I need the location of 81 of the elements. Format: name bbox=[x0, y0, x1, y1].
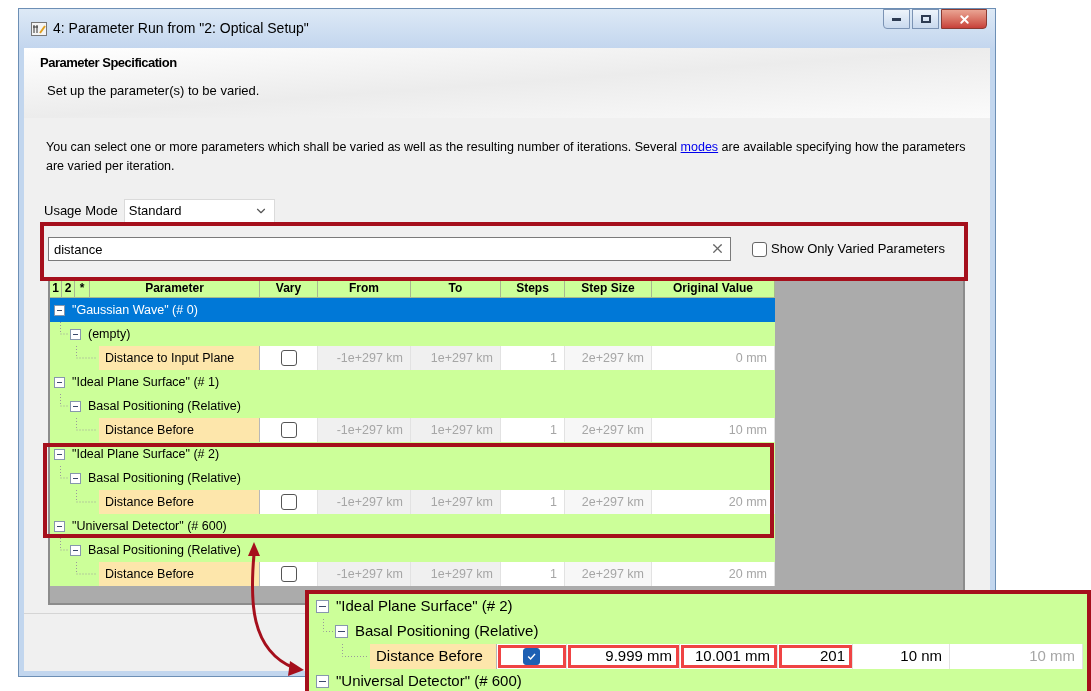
tree-line bbox=[75, 418, 97, 431]
tree-line bbox=[75, 490, 97, 503]
collapse-icon[interactable] bbox=[335, 625, 348, 638]
collapse-icon[interactable] bbox=[54, 376, 65, 388]
intro-text: You can select one or more parameters which shall be varied as well as the resulting number of iterations. Several modes are available specifying how the parameters are varied per iteration. bbox=[46, 139, 966, 175]
checkbox[interactable] bbox=[280, 566, 297, 582]
tree-group-row[interactable]: "Ideal Plane Surface" (# 1) bbox=[50, 370, 775, 394]
tree-line bbox=[59, 466, 68, 479]
search-field[interactable]: distance bbox=[48, 237, 731, 261]
tree-line bbox=[75, 346, 97, 359]
table-cell: 1 bbox=[501, 562, 565, 586]
table-cell: 2e+297 km bbox=[565, 562, 652, 586]
window-icon bbox=[31, 21, 47, 36]
table-cell: -1e+297 km bbox=[318, 562, 411, 586]
table-cell: 0 mm bbox=[652, 346, 775, 370]
table-cell: 1 bbox=[501, 490, 565, 514]
table-cell: 1 bbox=[501, 418, 565, 442]
usage-mode-label: Usage Mode bbox=[44, 202, 118, 221]
tree-line bbox=[75, 562, 97, 575]
table-cell: 10.001 mm bbox=[680, 644, 778, 669]
table-cell: 20 mm bbox=[652, 490, 775, 514]
table-cell: 1e+297 km bbox=[411, 346, 501, 370]
table-cell: 2e+297 km bbox=[565, 418, 652, 442]
collapse-icon[interactable] bbox=[70, 328, 81, 340]
collapse-icon[interactable] bbox=[70, 472, 81, 484]
checkbox[interactable] bbox=[280, 494, 297, 510]
tree-section-row[interactable]: Basal Positioning (Relative) bbox=[50, 394, 775, 418]
parameter-name[interactable]: Distance Before bbox=[99, 418, 260, 442]
table-cell: 10 mm bbox=[950, 644, 1083, 669]
tree-line bbox=[59, 394, 68, 407]
tree-line bbox=[341, 644, 368, 658]
usage-mode-dropdown[interactable]: Standard bbox=[123, 199, 275, 223]
checkbox[interactable] bbox=[280, 350, 297, 366]
tree-section-row[interactable]: Basal Positioning (Relative) bbox=[50, 466, 775, 490]
table-cell: 1 bbox=[501, 346, 565, 370]
tree-line bbox=[59, 538, 68, 551]
checkbox-label: Show Only Varied Parameters bbox=[771, 240, 945, 259]
clear-icon[interactable] bbox=[710, 241, 725, 256]
parameter-name[interactable]: Distance Before bbox=[370, 644, 497, 669]
modes-link[interactable]: modes bbox=[680, 140, 719, 154]
table-cell: 20 mm bbox=[652, 562, 775, 586]
table-cell: 1e+297 km bbox=[411, 562, 501, 586]
table-cell: 2e+297 km bbox=[565, 346, 652, 370]
collapse-icon[interactable] bbox=[54, 448, 65, 460]
checkbox[interactable] bbox=[752, 241, 767, 257]
parameter-name[interactable]: Distance to Input Plane bbox=[99, 346, 260, 370]
parameter-name[interactable]: Distance Before bbox=[99, 490, 260, 514]
collapse-icon[interactable] bbox=[54, 304, 65, 316]
table-cell: 10 mm bbox=[652, 418, 775, 442]
table-cell: 10 nm bbox=[853, 644, 950, 669]
table-cell: 2e+297 km bbox=[565, 490, 652, 514]
tree-group-row[interactable]: "Gaussian Wave" (# 0) bbox=[50, 298, 775, 322]
check-icon bbox=[526, 651, 537, 662]
maximize-icon bbox=[920, 15, 931, 23]
table-cell: -1e+297 km bbox=[318, 346, 411, 370]
table-cell: -1e+297 km bbox=[318, 490, 411, 514]
tree-section-row[interactable]: Basal Positioning (Relative) bbox=[50, 538, 775, 562]
table-cell: -1e+297 km bbox=[318, 418, 411, 442]
table-cell: 9.999 mm bbox=[567, 644, 680, 669]
checkbox[interactable] bbox=[280, 422, 297, 438]
table-cell: 1e+297 km bbox=[411, 490, 501, 514]
window-title: 4: Parameter Run from "2: Optical Setup" bbox=[53, 19, 309, 38]
collapse-icon[interactable] bbox=[54, 520, 65, 532]
parameter-name[interactable]: Distance Before bbox=[99, 562, 260, 586]
maximize-button[interactable] bbox=[912, 9, 939, 29]
tree-section-row[interactable]: (empty) bbox=[50, 322, 775, 346]
checkbox[interactable] bbox=[523, 648, 540, 665]
collapse-icon[interactable] bbox=[316, 675, 329, 688]
collapse-icon[interactable] bbox=[70, 544, 81, 556]
minimize-icon bbox=[892, 17, 901, 21]
collapse-icon[interactable] bbox=[70, 400, 81, 412]
table-cell: 201 bbox=[778, 644, 853, 669]
tree-line bbox=[322, 619, 333, 633]
table-cell: 1e+297 km bbox=[411, 418, 501, 442]
minimize-button[interactable] bbox=[883, 9, 910, 29]
close-icon bbox=[957, 12, 971, 26]
section-subtitle: Set up the parameter(s) to be varied. bbox=[47, 81, 261, 100]
tree-line bbox=[59, 322, 68, 335]
close-button[interactable] bbox=[941, 9, 987, 29]
section-title: Parameter Specification bbox=[40, 54, 178, 72]
collapse-icon[interactable] bbox=[316, 600, 329, 613]
